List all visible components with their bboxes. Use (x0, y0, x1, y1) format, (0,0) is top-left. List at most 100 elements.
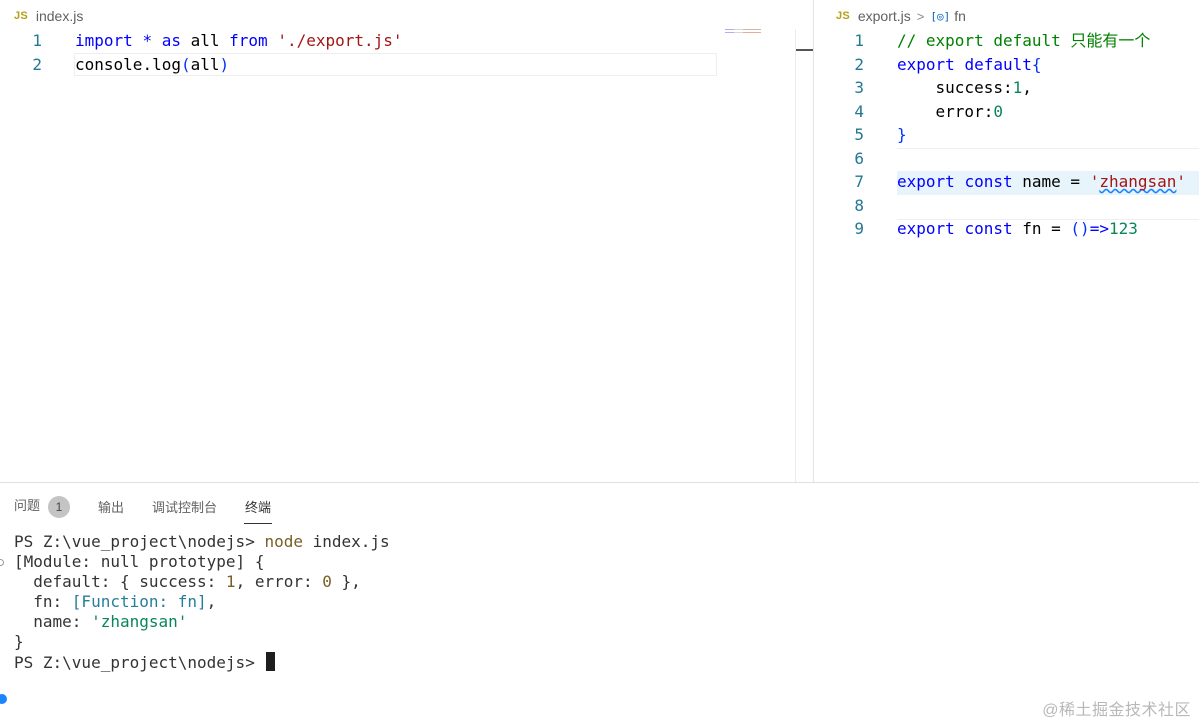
line-number: 4 (854, 101, 864, 121)
line-number: 6 (854, 148, 864, 168)
line-number: 2 (32, 54, 42, 74)
code-token: export (897, 54, 955, 74)
panel-tab[interactable]: 调试控制台 (152, 497, 217, 522)
code-area[interactable]: 1 import * as all from './export.js' 2 cons… (0, 29, 813, 76)
code-token: , (1022, 78, 1032, 97)
code-token: * (142, 31, 153, 50)
scrollbar-cursor-marker (796, 49, 814, 51)
terminal-line: PS Z:\vue_project\nodejs> (14, 652, 390, 673)
code-line[interactable]: 2 console.log(all) (0, 53, 813, 77)
line-number: 5 (854, 125, 864, 144)
command-decoration-icon[interactable] (0, 559, 4, 566)
code-line[interactable]: 2 export default{ (814, 53, 1199, 77)
terminal-line: } (14, 632, 390, 652)
code-token: const (964, 172, 1013, 191)
code-token: () (1070, 219, 1090, 238)
code-line[interactable]: 4 error:0 (814, 100, 1199, 124)
terminal-text: index.js (302, 532, 390, 551)
panel-tab-label: 问题 (14, 498, 41, 513)
code-token: './export.js' (277, 31, 403, 50)
code-token: from (229, 31, 268, 50)
line-number: 1 (32, 31, 42, 50)
code-token: const (964, 219, 1013, 238)
code-token: ' (1176, 172, 1187, 191)
terminal-text: , (206, 592, 217, 611)
breadcrumb-symbol[interactable]: fn (954, 8, 966, 24)
terminal-text: [Module: null prototype] { (14, 552, 265, 571)
vertical-scrollbar[interactable] (795, 29, 814, 482)
code-token: // export default 只能有一个 (897, 31, 1151, 50)
terminal-text: }, (331, 572, 361, 591)
terminal-text: } (14, 632, 24, 651)
terminal-line: default: { success: 1, error: 0 }, (14, 572, 390, 592)
code-token: as (161, 31, 181, 50)
code-token: ) (219, 54, 230, 74)
watermark: @稀土掘金技术社区 (1042, 702, 1191, 719)
terminal-text: 'zhangsan' (91, 612, 188, 631)
code-token: name (1012, 172, 1071, 191)
line-number: 1 (854, 31, 864, 50)
problem-count-badge: 1 (48, 495, 71, 518)
terminal-text: node (264, 532, 303, 551)
chevron-right-icon: > (916, 8, 925, 24)
code-line[interactable]: 9 export const fn = ()=>123 (814, 217, 1199, 241)
code-line[interactable]: 8 (814, 194, 1199, 218)
panel-tabs: 问题 1 输出 调试控制台 终端 (14, 495, 299, 524)
line-number: 9 (854, 219, 864, 238)
code-token: = (1051, 219, 1061, 238)
code-text: export const name = 'zhangsan' (897, 170, 1186, 194)
code-token: : (983, 101, 994, 121)
panel-tab-label: 终端 (245, 499, 272, 515)
breadcrumb-file[interactable]: index.js (36, 8, 83, 24)
terminal-line: fn: [Function: fn], (14, 592, 390, 612)
code-text: } (897, 123, 907, 147)
code-token: ' (1089, 172, 1100, 191)
terminal-text: name: (14, 612, 92, 631)
terminal-text: PS Z:\vue_project\nodejs> (14, 532, 265, 551)
terminal-output[interactable]: PS Z:\vue_project\nodejs> node index.js[… (0, 532, 390, 673)
editor-index-js[interactable]: JS index.js 1 import * as all from './exp… (0, 0, 814, 482)
code-line[interactable]: 3 success:1, (814, 76, 1199, 100)
code-text: export const fn = ()=>123 (897, 217, 1138, 241)
code-token: : (1002, 78, 1013, 97)
bottom-panel: 问题 1 输出 调试控制台 终端 PS Z:\vue_project\nodejs> n… (0, 483, 1199, 727)
terminal-cursor (266, 652, 276, 671)
code-token: . (142, 54, 153, 74)
breadcrumb-file[interactable]: export.js (858, 8, 911, 24)
code-text: export default{ (897, 53, 1042, 77)
code-area[interactable]: 1 // export default 只能有一个 2 export default{… (814, 29, 1199, 241)
terminal-text: 1 (225, 572, 236, 591)
line-number: 3 (854, 78, 864, 97)
panel-tab-label: 调试控制台 (152, 499, 218, 515)
terminal-line: PS Z:\vue_project\nodejs> node index.js (14, 532, 390, 552)
panel-tab[interactable]: 终端 (244, 497, 273, 524)
code-token: 0 (993, 101, 1003, 121)
code-token: all (180, 31, 230, 50)
editor-export-js[interactable]: JS export.js > [◎] fn 1 // export default… (814, 0, 1199, 482)
code-token: { (1031, 54, 1042, 74)
breadcrumb: JS index.js (14, 6, 83, 26)
panel-tab[interactable]: 输出 (98, 497, 124, 522)
symbol-variable-icon: [◎] (930, 9, 951, 23)
code-line[interactable]: 1 // export default 只能有一个 (814, 29, 1199, 53)
code-token: import (75, 31, 133, 50)
panel-tab[interactable]: 问题 1 (14, 495, 71, 524)
minimap[interactable] (725, 29, 761, 35)
code-token: success (897, 78, 1003, 97)
code-line[interactable]: 5} (814, 123, 1199, 147)
code-line[interactable]: 1 import * as all from './export.js' (0, 29, 813, 53)
code-line[interactable]: 6 (814, 147, 1199, 171)
breadcrumb: JS export.js > [◎] fn (836, 6, 966, 26)
code-token: default (964, 54, 1032, 74)
code-text: error:0 (897, 100, 1003, 124)
terminal-text: [Function: fn] (71, 592, 207, 611)
terminal-text: default: { success: (14, 572, 226, 591)
code-line[interactable]: 7 export const name = 'zhangsan' (814, 170, 1199, 194)
